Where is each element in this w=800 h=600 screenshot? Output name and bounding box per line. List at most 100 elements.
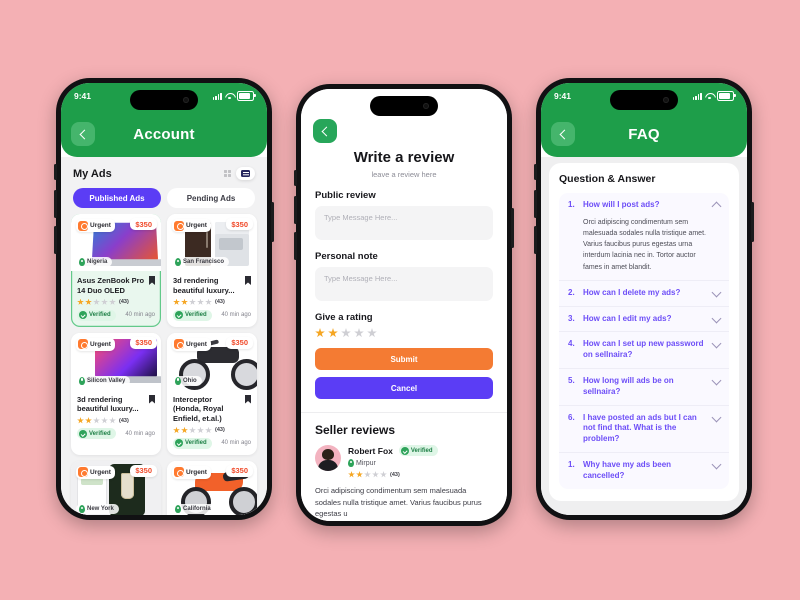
view-toggle[interactable] [223, 167, 255, 180]
page-title: Write a review [353, 149, 455, 166]
alarm-icon [174, 467, 184, 478]
seller-reviews-section: Seller reviews Robert Fox Verified Mirpu… [301, 412, 507, 520]
location-pin-icon [175, 376, 181, 385]
verified-badge: Verified [77, 309, 116, 321]
phone-account: 9:41 Account My Ads Published Ads Pendin… [54, 78, 274, 520]
ad-title: Interceptor (Honda, Royal Enfield, et.al… [173, 394, 224, 424]
chevron-up-icon[interactable] [711, 201, 722, 212]
power-button[interactable] [751, 202, 754, 242]
verified-label: Verified [185, 312, 207, 318]
bookmark-icon[interactable] [245, 394, 251, 404]
list-view-toggle[interactable] [236, 167, 255, 180]
wifi-icon [705, 93, 714, 100]
ad-timestamp: 40 min ago [221, 312, 251, 318]
faq-item[interactable]: 1. How will I post ads? Orci adipiscing … [559, 193, 729, 281]
verified-label: Verified [410, 447, 433, 454]
mute-switch[interactable] [54, 164, 57, 180]
ad-card[interactable]: Urgent $350 Ohio Interceptor (Honda, Roy… [167, 332, 257, 455]
back-button[interactable] [551, 122, 575, 146]
cancel-button[interactable]: Cancel [315, 377, 493, 399]
bookmark-icon[interactable] [149, 276, 155, 285]
ad-price: $350 [130, 464, 157, 477]
location-pin-icon [175, 258, 181, 266]
volume-down-button[interactable] [294, 232, 297, 260]
ad-details: Asus ZenBook Pro 14 Duo OLED (43) Verifi… [71, 271, 161, 327]
list-view-icon [241, 170, 250, 177]
ad-title: 3d rendering beautiful luxury... [77, 394, 139, 414]
faq-question: How long will ads be on sellnaira? [583, 375, 674, 396]
alarm-icon [174, 220, 184, 231]
tab-pending-ads[interactable]: Pending Ads [167, 188, 255, 208]
status-indicators [692, 91, 736, 101]
volume-up-button[interactable] [294, 196, 297, 224]
battery-icon [717, 91, 736, 101]
question-answer-card: Question & Answer 1. How will I post ads… [549, 163, 739, 501]
mute-switch[interactable] [534, 164, 537, 180]
chevron-down-icon[interactable] [711, 313, 722, 323]
star-icon[interactable] [354, 328, 364, 338]
rating-count: (43) [119, 299, 129, 305]
faq-item[interactable]: 3. How can I edit my ads? [559, 307, 729, 333]
chevron-down-icon[interactable] [711, 375, 722, 386]
public-review-label: Public review [315, 190, 376, 201]
star-icon[interactable] [341, 328, 351, 338]
ad-image: Urgent $350 Ohio [167, 332, 257, 390]
ad-card[interactable]: Urgent $350 California Black Lightning (… [167, 460, 257, 515]
faq-item[interactable]: 5. How long will ads be on sellnaira? [559, 369, 729, 406]
ad-rating: (43) [77, 298, 155, 306]
location-label: Mirpur [356, 459, 376, 467]
faq-item[interactable]: 2. How can I delete my ads? [559, 281, 729, 307]
faq-item[interactable]: 4. How can I set up new password on sell… [559, 332, 729, 369]
volume-up-button[interactable] [534, 190, 537, 218]
ad-price: $350 [226, 218, 253, 230]
ad-card[interactable]: Urgent $350 Silicon Valley 3d rendering … [71, 332, 161, 455]
chevron-down-icon[interactable] [711, 412, 722, 422]
mute-switch[interactable] [294, 170, 297, 186]
faq-number: 2. [568, 287, 575, 297]
ad-card[interactable]: Urgent $350 San Francisco 3d rendering b… [167, 214, 257, 327]
power-button[interactable] [511, 208, 514, 248]
urgent-badge: Urgent [172, 219, 211, 232]
cellular-signal-icon [692, 92, 702, 100]
verified-badge: Verified [173, 437, 212, 449]
volume-down-button[interactable] [534, 226, 537, 254]
back-button[interactable] [71, 122, 95, 146]
ad-image: Urgent $350 Nigeria [71, 214, 161, 271]
ad-location: New York [76, 503, 119, 514]
volume-up-button[interactable] [54, 190, 57, 218]
faq-title-row: FAQ [541, 119, 747, 149]
wifi-icon [225, 93, 234, 100]
screen-faq: 9:41 FAQ Question & Answer 1. How will I… [541, 83, 747, 515]
star-icon[interactable] [367, 328, 377, 338]
ad-price: $350 [130, 218, 157, 230]
star-icon[interactable] [315, 328, 325, 338]
faq-item[interactable]: 6. I have posted an ads but I can not fi… [559, 406, 729, 453]
chevron-down-icon[interactable] [711, 287, 722, 298]
urgent-label: Urgent [186, 340, 207, 348]
ad-card[interactable]: Urgent $350 Nigeria Asus ZenBook Pro 14 … [71, 214, 161, 327]
chevron-down-icon[interactable] [711, 459, 722, 470]
volume-down-button[interactable] [54, 226, 57, 254]
ads-tabs[interactable]: Published Ads Pending Ads [61, 180, 267, 214]
faq-question: How can I delete my ads? [583, 287, 681, 297]
personal-note-input[interactable]: Type Message Here... [315, 267, 493, 301]
star-icon[interactable] [328, 328, 338, 338]
ad-rating: (43) [173, 298, 251, 306]
public-review-input[interactable]: Type Message Here... [315, 206, 493, 240]
rating-count: (43) [390, 471, 400, 478]
chevron-down-icon[interactable] [711, 338, 722, 349]
front-camera-icon [183, 97, 189, 103]
tab-published-ads[interactable]: Published Ads [73, 188, 161, 208]
faq-answer: Orci adipiscing condimentum sem malesuad… [583, 218, 706, 271]
power-button[interactable] [271, 202, 274, 242]
ad-card[interactable]: Urgent $350 New York 3d rendering beauti… [71, 460, 161, 515]
submit-button[interactable]: Submit [315, 348, 493, 370]
back-button[interactable] [313, 119, 337, 143]
dynamic-island [610, 90, 678, 110]
bookmark-icon[interactable] [149, 394, 155, 404]
faq-item[interactable]: 1. Why have my ads been cancelled? [559, 453, 729, 489]
ad-details: 3d rendering beautiful luxury... (43) Ve… [71, 390, 161, 446]
rating-stars[interactable] [315, 328, 493, 338]
grid-view-icon[interactable] [223, 169, 231, 178]
bookmark-icon[interactable] [245, 276, 251, 285]
